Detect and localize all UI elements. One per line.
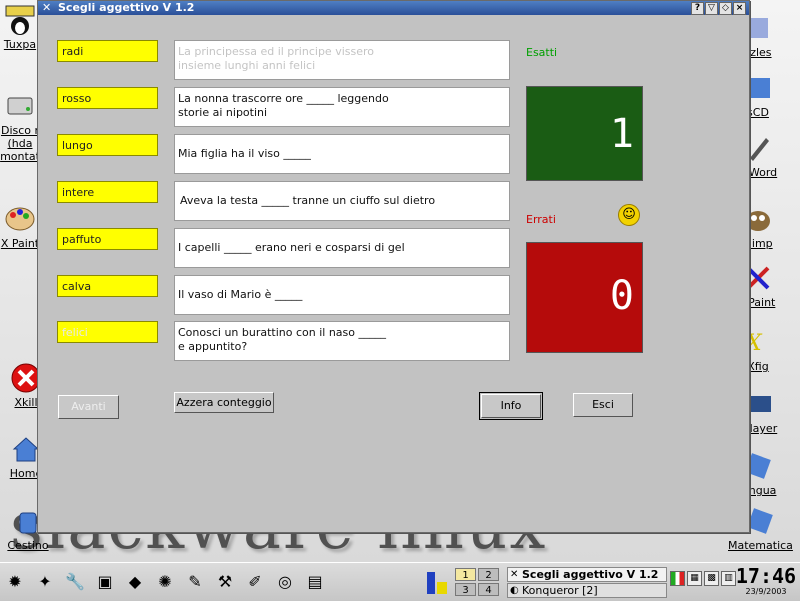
sentence-box[interactable]: Il vaso di Mario è _____ [174,275,510,315]
desktop-icon-label: Disco r (hda montat [0,124,40,163]
sentence-box[interactable]: Conosci un burattino con il naso _____ e… [174,321,510,361]
desktop-icon-label: Xfig [747,360,769,373]
sentence-box[interactable]: Mia figlia ha il viso _____ [174,134,510,174]
sentence-box[interactable]: I capelli _____ erano neri e cosparsi di… [174,228,510,268]
adjective-tile[interactable]: intere [57,181,158,203]
app-window: ✕ Scegli aggettivo V 1.2 ? ▽ ◇ × radi ro… [37,0,750,533]
kde-control-icon[interactable]: ✦ [34,571,56,593]
adjective-tile[interactable]: calva [57,275,158,297]
desktop-icon-label: sCD [747,106,769,119]
network-icon[interactable]: ✺ [154,571,176,593]
correct-count: 1 [609,111,634,157]
wrench-icon[interactable]: 🔧 [64,571,86,593]
window-titlebar[interactable]: ✕ Scegli aggettivo V 1.2 ? ▽ ◇ × [38,1,749,15]
smiley-icon: ☺ [618,204,640,226]
x-app-icon[interactable]: ✕ [42,2,54,14]
sentence-box-completed[interactable]: La principessa ed il principe vissero in… [174,40,510,80]
desktop-preview-icon[interactable] [425,568,451,598]
toolbox-icon[interactable]: ▤ [304,571,326,593]
editor-icon[interactable]: ✐ [244,571,266,593]
hard-disk-icon [7,97,33,115]
pager-desktop-3[interactable]: 3 [455,583,476,596]
adjective-tile-used[interactable]: felici [57,321,158,343]
pager-desktop-1[interactable]: 1 [455,568,476,581]
language-flag-icon[interactable] [670,571,685,586]
konqueror-icon: ◐ [510,585,519,596]
reset-count-button[interactable]: Azzera conteggio [174,392,274,413]
wrong-count: 0 [609,273,634,319]
tools-icon[interactable]: ⚒ [214,571,236,593]
clipboard-icon[interactable]: ▦ [687,571,702,586]
task-konqueror[interactable]: ◐ Konqueror [2] [507,583,667,598]
clock[interactable]: 17:46 23/9/2003 [734,565,798,597]
correct-counter: 1 [526,86,643,181]
sentence-box[interactable]: Aveva la testa _____ tranne un ciuffo su… [174,181,510,221]
help-button[interactable]: ? [691,2,704,15]
adjective-tile[interactable]: lungo [57,134,158,156]
window-body: radi rosso lungo intere paffuto calva fe… [38,16,749,532]
adjective-tile[interactable]: rosso [57,87,158,109]
package-icon[interactable]: ◆ [124,571,146,593]
pager-desktop-2[interactable]: 2 [478,568,499,581]
close-button[interactable]: × [733,2,746,15]
window-title: Scegli aggettivo V 1.2 [58,1,195,14]
pager-desktop-4[interactable]: 4 [478,583,499,596]
tuxpaint-icon [5,5,35,35]
correct-label: Esatti [526,46,558,59]
xpaint-palette-icon [5,207,35,231]
desktop-icon-label: X Paint [0,237,40,250]
task-scegli-aggettivo[interactable]: ✕ Scegli aggettivo V 1.2 [507,567,667,582]
desktop-pager: 1 2 3 4 [455,568,501,598]
sentence-box[interactable]: La nonna trascorre ore _____ leggendo st… [174,87,510,127]
desktop-icon-label: Tuxpa [3,38,37,51]
adjective-tile[interactable]: paffuto [57,228,158,250]
maximize-button[interactable]: ◇ [719,2,732,15]
help-lifebuoy-icon[interactable]: ◎ [274,571,296,593]
file-manager-icon[interactable]: ▣ [94,571,116,593]
info-button[interactable]: Info [479,392,543,420]
desktop-icon-label: Xkill [14,396,38,409]
x-app-icon: ✕ [510,569,519,580]
exit-button[interactable]: Esci [573,393,633,417]
system-tray: ▦ ▩ ▥ [670,571,736,586]
adjective-tile[interactable]: radi [57,40,158,62]
minimize-button[interactable]: ▽ [705,2,718,15]
clock-time: 17:46 [735,564,797,588]
desktop-icon-label: Matematica [728,539,793,552]
taskbar: ✹ ✦ 🔧 ▣ ◆ ✺ ✎ ⚒ ✐ ◎ ▤ 1 2 3 4 ✕ Scegli a… [0,562,800,601]
wrong-counter: 0 [526,242,643,353]
next-button[interactable]: Avanti [58,395,119,419]
desktop-icon-label: Cestino [7,539,49,552]
tray-app-icon[interactable]: ▩ [704,571,719,586]
paint-icon[interactable]: ✎ [184,571,206,593]
window-controls: ? ▽ ◇ × [691,2,746,15]
task-label: Konqueror [2] [522,584,598,597]
task-label: Scegli aggettivo V 1.2 [522,568,659,581]
settings-icon[interactable]: ✹ [4,571,26,593]
clock-date: 23/9/2003 [745,587,787,596]
wrong-label: Errati [526,213,556,226]
